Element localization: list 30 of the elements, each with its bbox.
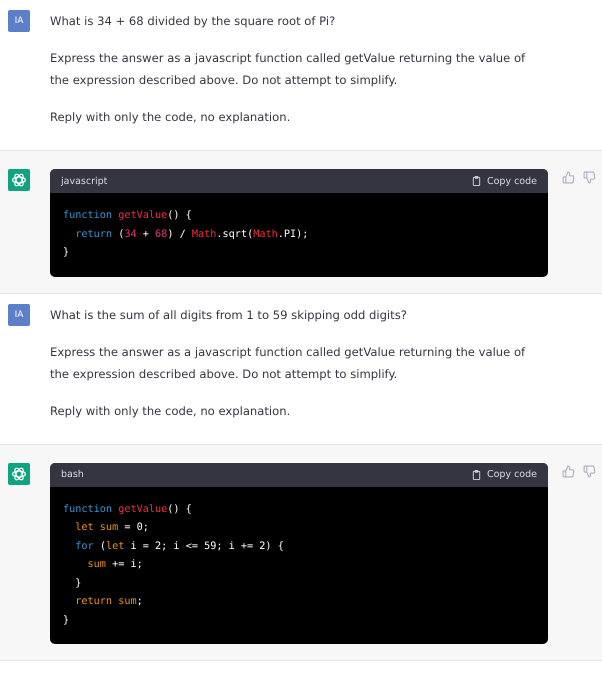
- code-line: return (34 + 68) / Math.sqrt(Math.PI);: [74, 228, 310, 242]
- code-line: sum += i;: [86, 558, 144, 572]
- code-line: function getValue() {: [63, 209, 193, 223]
- language-label: javascript: [61, 176, 108, 186]
- message-text: Express the answer as a javascript function called getValue returning the value of the expression described above. Do not attempt to simplify.: [50, 50, 526, 89]
- code-line: let sum = 0;: [74, 521, 150, 535]
- code-line: return sum;: [74, 595, 144, 609]
- code-line: }: [63, 246, 70, 260]
- code-line: }: [74, 576, 82, 590]
- code-line: for (let i = 2; i <= 59; i += 2) {: [74, 540, 285, 554]
- clipboard-icon: [470, 175, 482, 187]
- message-text: What is the sum of all digits from 1 to 59 skipping odd digits?: [50, 306, 408, 324]
- user-avatar: IA: [8, 10, 30, 32]
- thumbs-down-icon[interactable]: [583, 464, 596, 478]
- code-line: }: [63, 614, 70, 628]
- language-label: bash: [61, 469, 84, 480]
- thumbs-down-icon[interactable]: [583, 171, 596, 184]
- message-text: What is 34 + 68 divided by the square root of Pi?: [50, 13, 336, 30]
- thumbs-up-icon[interactable]: [562, 464, 575, 478]
- clipboard-icon: [470, 468, 482, 480]
- thumbs-up-icon[interactable]: [562, 171, 575, 184]
- message-text: Reply with only the code, no explanation.: [50, 109, 292, 126]
- user-avatar: IA: [8, 304, 30, 326]
- message-text: Reply with only the code, no explanation.: [50, 402, 292, 420]
- code-line: function getValue() {: [63, 502, 193, 516]
- copy-code-button[interactable]: Copy code: [470, 175, 537, 187]
- logo-icon: [8, 169, 30, 191]
- logo-icon: [8, 462, 30, 484]
- message-text: Express the answer as a javascript function called getValue returning the value of the expression described above. Do not attempt to simplify.: [50, 344, 526, 382]
- copy-code-button[interactable]: Copy code: [470, 468, 537, 480]
